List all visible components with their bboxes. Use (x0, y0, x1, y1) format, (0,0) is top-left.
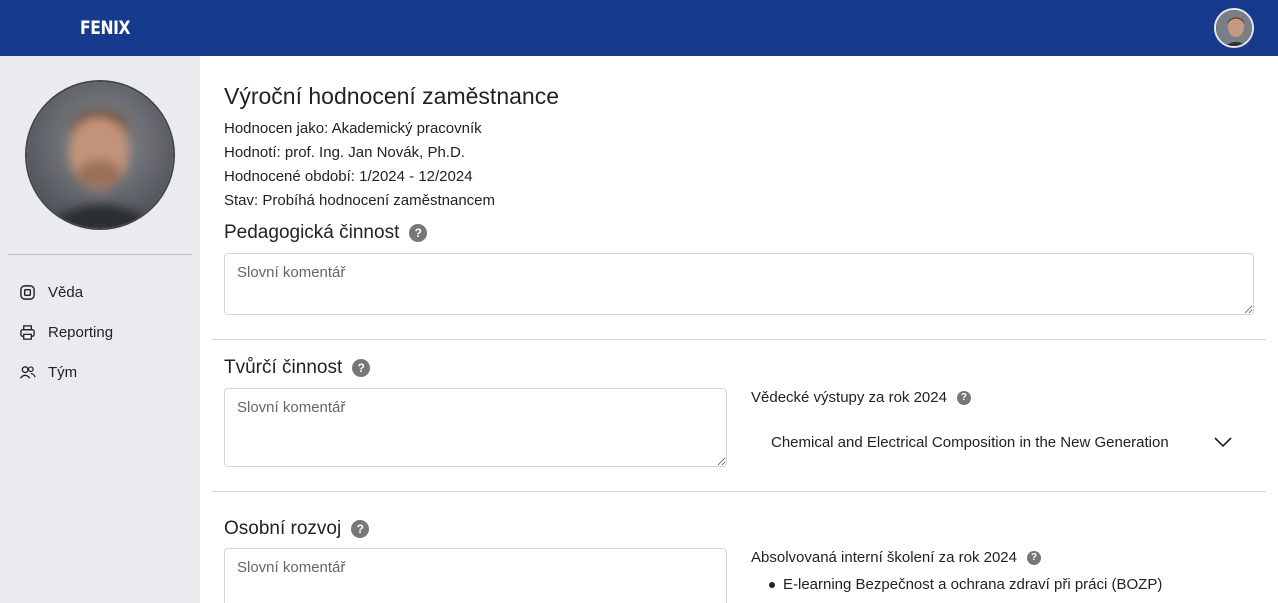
brand-logo[interactable]: FENIX (80, 17, 130, 39)
section-title-personal: Osobní rozvoj ? (224, 518, 370, 540)
scientific-output-accordion[interactable]: Chemical and Electrical Composition in t… (751, 424, 1236, 460)
trainings-label: Absolvovaná interní školení za rok 2024 … (751, 549, 1041, 566)
sidebar-item-label: Věda (48, 283, 84, 301)
trainings-list: E-learning Bezpečnost a ochrana zdraví p… (769, 576, 1162, 593)
evaluator: Hodnotí: prof. Ing. Jan Novák, Ph.D. (224, 144, 465, 161)
sidebar: Věda Reporting Tým (0, 56, 200, 603)
printer-icon (20, 324, 35, 340)
sidebar-item-label: Reporting (48, 323, 114, 341)
profile-photo (25, 80, 175, 230)
sidebar-item-label: Tým (48, 363, 78, 381)
scientific-output-title: Chemical and Electrical Composition in t… (771, 433, 1169, 451)
section-divider (212, 491, 1266, 492)
page-title: Výroční hodnocení zaměstnance (224, 83, 559, 109)
main-content: Výroční hodnocení zaměstnance Hodnocen j… (200, 56, 1278, 603)
bullet-icon (769, 581, 775, 588)
help-icon[interactable]: ? (409, 224, 428, 242)
sidebar-divider (8, 254, 192, 255)
section-title-text: Osobní rozvoj (224, 518, 342, 539)
help-icon[interactable]: ? (1027, 550, 1041, 565)
section-title-text: Tvůrčí činnost (224, 357, 343, 378)
scientific-outputs-label-text: Vědecké výstupy za rok 2024 (751, 389, 947, 406)
section-title-pedagogical: Pedagogická činnost ? (224, 222, 428, 244)
pedagogical-comment-input[interactable] (224, 253, 1254, 315)
evaluated-as: Hodnocen jako: Akademický pracovník (224, 120, 482, 137)
chip-icon (20, 284, 35, 300)
help-icon[interactable]: ? (956, 390, 971, 405)
section-title-text: Pedagogická činnost (224, 222, 400, 243)
section-divider (212, 339, 1266, 340)
sidebar-item-reporting[interactable]: Reporting (19, 320, 113, 344)
scientific-outputs-label: Vědecké výstupy za rok 2024 ? (751, 389, 971, 406)
creative-comment-input[interactable] (224, 388, 727, 467)
list-item: E-learning Bezpečnost a ochrana zdraví p… (769, 576, 1162, 593)
help-icon[interactable]: ? (351, 520, 370, 538)
evaluation-period: Hodnocené období: 1/2024 - 12/2024 (224, 168, 473, 185)
user-avatar-icon[interactable] (1214, 8, 1254, 48)
sidebar-item-tym[interactable]: Tým (19, 360, 77, 384)
personal-comment-input[interactable] (224, 548, 727, 603)
top-bar: FENIX (0, 0, 1278, 56)
team-icon (19, 365, 36, 379)
help-icon[interactable]: ? (352, 359, 371, 377)
section-title-creative: Tvůrčí činnost ? (224, 357, 371, 379)
trainings-label-text: Absolvovaná interní školení za rok 2024 (751, 549, 1017, 566)
chevron-down-icon (1214, 437, 1232, 447)
evaluation-status: Stav: Probíhá hodnocení zaměstnancem (224, 192, 495, 209)
training-name: E-learning Bezpečnost a ochrana zdraví p… (783, 576, 1163, 593)
sidebar-item-veda[interactable]: Věda (19, 280, 83, 304)
